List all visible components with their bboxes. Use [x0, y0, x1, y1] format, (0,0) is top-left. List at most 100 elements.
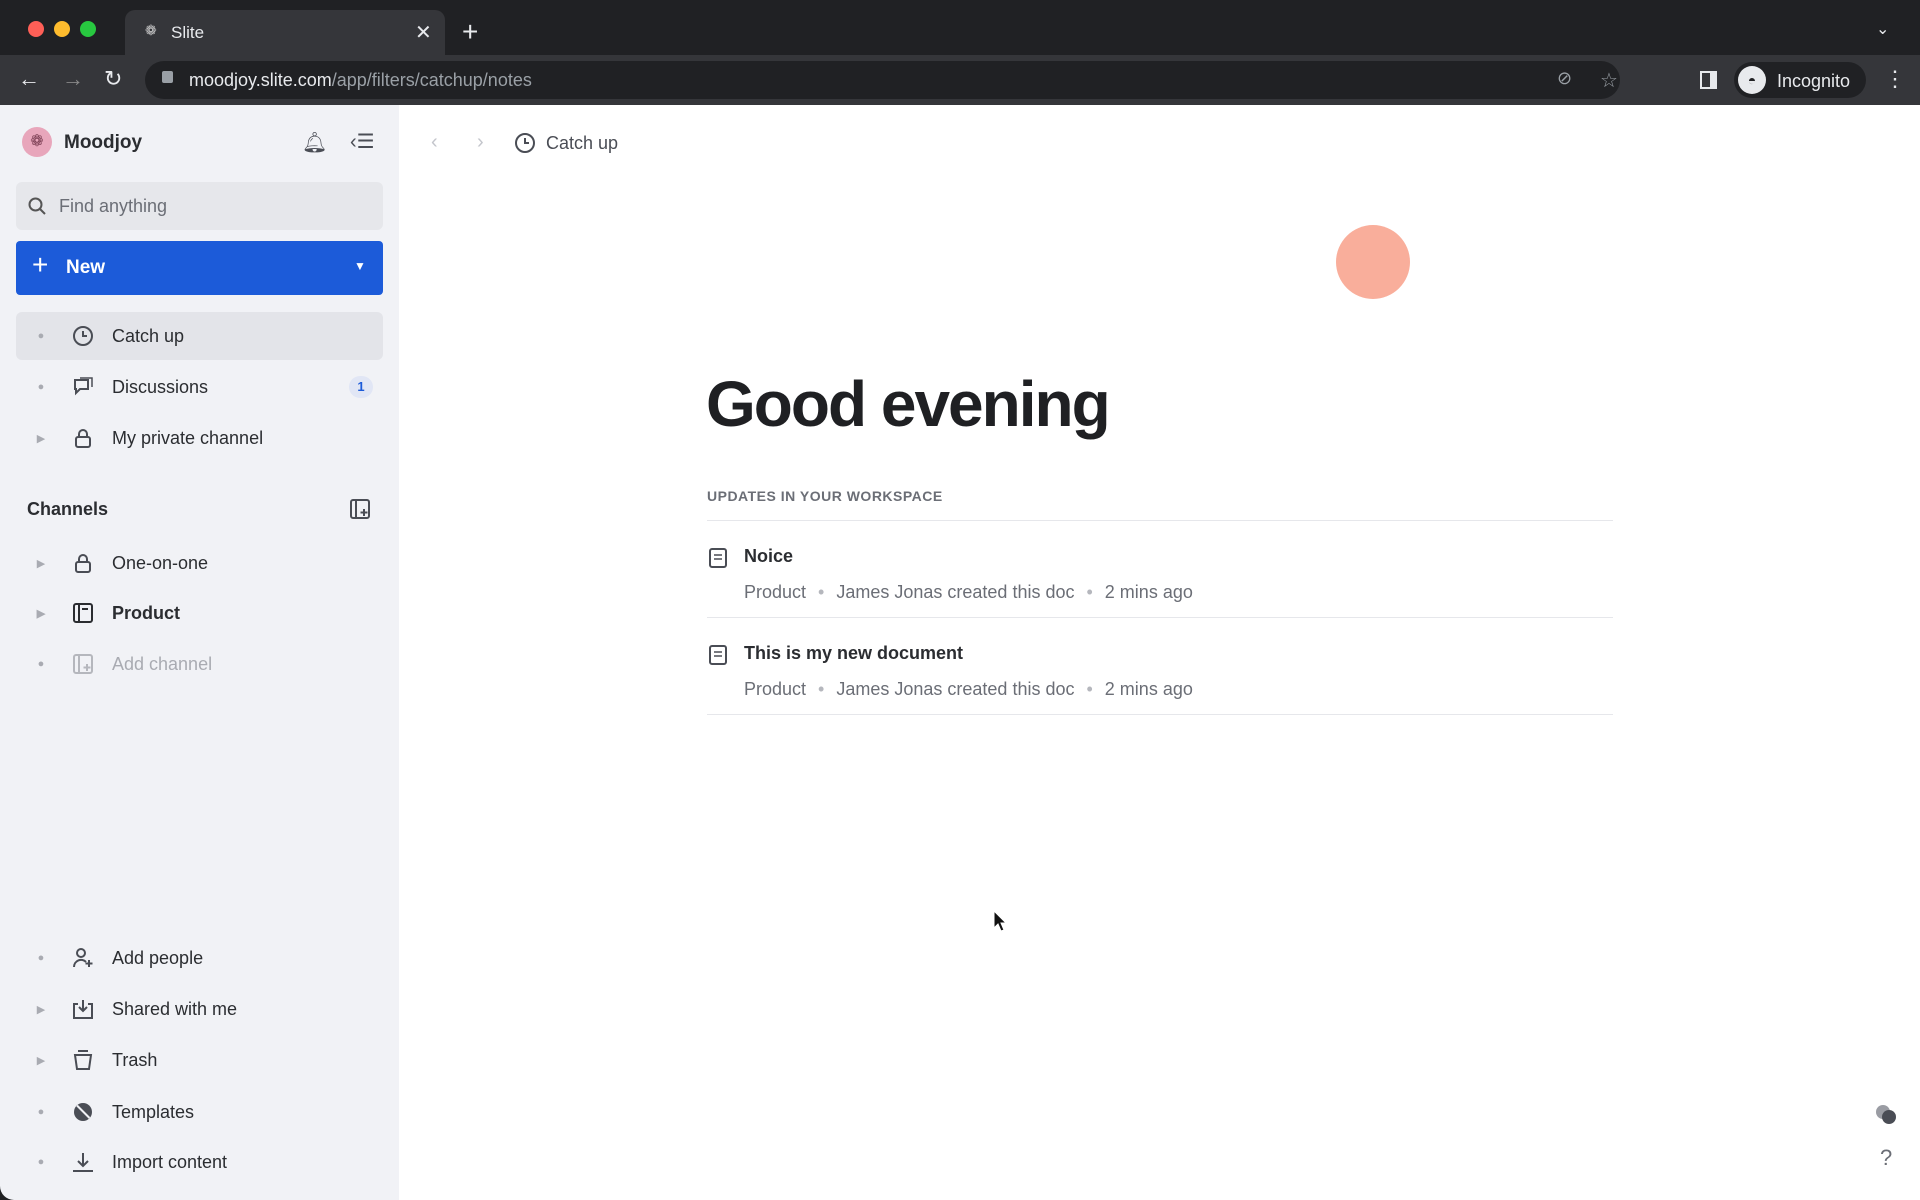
update-meta: Product • James Jonas created this doc • 2 m… [744, 582, 1193, 602]
chat-icon [70, 374, 96, 400]
forward-icon[interactable]: → [62, 68, 84, 90]
update-time: 2 mins ago [1104, 679, 1193, 699]
incognito-profile-button[interactable]: ◓ Incognito [1734, 62, 1866, 98]
bullet-icon: ● [37, 952, 45, 964]
new-tab-icon[interactable]: + [462, 18, 478, 46]
sidebar-item-label: My private channel [112, 427, 264, 448]
update-row[interactable]: Noice Product • James Jonas created this d… [707, 521, 1613, 618]
search-icon [28, 197, 46, 215]
sidebar-item-label: Shared with me [112, 998, 238, 1019]
sidebar-item-label: Discussions [112, 376, 209, 397]
expand-caret-icon[interactable]: ▶ [28, 607, 54, 620]
inbox-download-icon [70, 996, 96, 1022]
sidebar-item-label: Product [112, 602, 181, 623]
sidebar-item-add-people[interactable]: ● Add people [16, 934, 383, 982]
help-button[interactable]: ? [1880, 1145, 1892, 1171]
sidebar-item-label: Catch up [112, 325, 185, 346]
expand-caret-icon[interactable]: ▶ [28, 557, 54, 570]
back-icon[interactable]: ← [18, 68, 40, 90]
lock-icon [162, 71, 173, 83]
sidebar-channel-one-on-one[interactable]: ▶ One-on-one [16, 539, 383, 587]
add-channel-icon[interactable] [350, 499, 370, 519]
sidebar-item-import-content[interactable]: ● Import content [16, 1138, 383, 1186]
new-button[interactable]: + New ▼ [16, 241, 383, 295]
notifications-bell-icon[interactable]: 🔔︎ [302, 130, 327, 155]
clock-icon [515, 133, 535, 153]
sidebar-item-label: Add channel [112, 653, 213, 674]
sidebar-item-label: Add people [112, 947, 204, 968]
reload-icon[interactable]: ↻ [104, 68, 122, 90]
section-title: UPDATES IN YOUR WORKSPACE [707, 488, 943, 504]
breadcrumb[interactable]: Catch up [546, 133, 618, 154]
update-meta: Product • James Jonas created this doc • 2 m… [744, 679, 1193, 699]
bullet-icon: ● [37, 658, 45, 670]
plus-icon: + [32, 249, 49, 280]
sidebar-item-catch-up[interactable]: ● Catch up [16, 312, 383, 360]
lock-icon [70, 425, 96, 451]
browser-menu-icon[interactable]: ⋮ [1884, 68, 1906, 90]
browser-tab[interactable]: ❁ Slite ✕ [125, 10, 445, 55]
bullet-icon: ● [37, 1156, 45, 1168]
history-back-icon[interactable]: ‹ [431, 131, 438, 154]
channel-icon [70, 600, 96, 626]
document-icon [709, 548, 727, 568]
discussions-badge: 1 [349, 376, 373, 398]
bullet-icon: ● [37, 330, 45, 342]
sidebar-item-shared-with-me[interactable]: ▶ Shared with me [16, 985, 383, 1033]
sidebar-channel-product[interactable]: ▶ Product [16, 589, 383, 637]
incognito-icon: ◓ [1738, 66, 1766, 94]
greeting-illustration [1336, 225, 1410, 299]
url-path: /app/filters/catchup/notes [331, 70, 532, 90]
expand-caret-icon[interactable]: ▶ [28, 1003, 54, 1016]
status-chat-icon[interactable] [1876, 1105, 1896, 1125]
import-download-icon [70, 1149, 96, 1175]
side-panel-icon[interactable] [1700, 71, 1717, 89]
slite-favicon-icon: ❁ [145, 22, 157, 38]
expand-caret-icon[interactable]: ▶ [28, 432, 54, 445]
document-icon [709, 645, 727, 665]
update-time: 2 mins ago [1104, 582, 1193, 602]
update-title[interactable]: Noice [744, 546, 793, 567]
tracking-eye-off-icon[interactable]: ⊘ [1557, 68, 1572, 89]
update-action: James Jonas created this doc [836, 582, 1075, 602]
url-host: moodjoy.slite.com [189, 70, 332, 90]
chevron-down-icon[interactable]: ▼ [354, 259, 366, 273]
sidebar-item-templates[interactable]: ● Templates [16, 1088, 383, 1136]
templates-icon [70, 1099, 96, 1125]
add-person-icon [70, 945, 96, 971]
close-window-button[interactable] [28, 21, 44, 37]
sidebar-add-channel[interactable]: ● Add channel [16, 640, 383, 688]
channels-heading: Channels [27, 499, 109, 519]
bookmark-star-icon[interactable]: ☆ [1600, 68, 1618, 93]
sidebar: ❁ Moodjoy 🔔︎ ‹☰ Find anything + New ▼ ● … [0, 105, 399, 1200]
update-title[interactable]: This is my new document [744, 643, 963, 664]
minimize-window-button[interactable] [54, 21, 70, 37]
update-channel[interactable]: Product [744, 679, 806, 699]
sidebar-item-trash[interactable]: ▶ Trash [16, 1036, 383, 1084]
collapse-sidebar-icon[interactable]: ‹☰ [350, 129, 375, 154]
update-action: James Jonas created this doc [836, 679, 1075, 699]
search-input[interactable]: Find anything [16, 182, 383, 230]
history-forward-icon[interactable]: › [477, 131, 484, 154]
sidebar-item-my-private-channel[interactable]: ▶ My private channel [16, 414, 383, 462]
bullet-icon: ● [37, 381, 45, 393]
bullet-icon: ● [37, 1106, 45, 1118]
lock-icon [70, 550, 96, 576]
close-tab-icon[interactable]: ✕ [415, 20, 432, 45]
sidebar-item-label: One-on-one [112, 552, 209, 573]
mouse-cursor-icon [993, 910, 1007, 932]
update-row[interactable]: This is my new document Product • James Jo… [707, 618, 1613, 715]
tab-menu-chevron-icon[interactable]: ⌄ [1876, 22, 1889, 38]
expand-caret-icon[interactable]: ▶ [28, 1054, 54, 1067]
workspace-name[interactable]: Moodjoy [64, 132, 142, 154]
sidebar-item-discussions[interactable]: ● Discussions 1 [16, 363, 383, 411]
sidebar-item-label: Trash [112, 1049, 158, 1070]
update-channel[interactable]: Product [744, 582, 806, 602]
trash-icon [70, 1047, 96, 1073]
tab-title: Slite [171, 23, 205, 42]
address-bar[interactable]: moodjoy.slite.com/app/filters/catchup/no… [145, 61, 1620, 99]
sidebar-item-label: Templates [112, 1101, 195, 1122]
search-placeholder: Find anything [59, 196, 168, 216]
maximize-window-button[interactable] [80, 21, 96, 37]
add-channel-icon [70, 651, 96, 677]
